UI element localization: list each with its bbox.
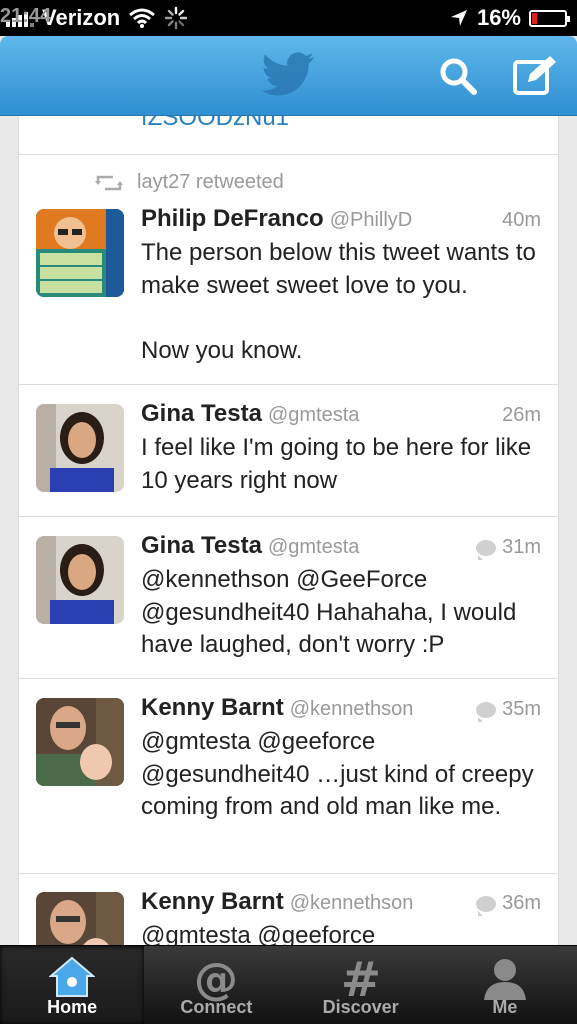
tweet-time: 36m — [476, 892, 541, 916]
tweet-text: @gmtesta @geeforce @gesundheit40 …just k… — [141, 728, 534, 820]
battery-level — [532, 12, 537, 24]
battery-icon — [529, 9, 570, 27]
tweet-row[interactable]: layt27 retweeted Philip DeFranco @PhillyD… — [19, 154, 558, 384]
tweet-timestamp: 36m — [502, 892, 541, 914]
tweet-author[interactable]: Philip DeFranco @PhillyD — [141, 205, 412, 233]
tweet-timestamp: 26m — [502, 404, 541, 426]
author-name[interactable]: Kenny Barnt — [141, 888, 284, 915]
twitter-app-screen: Verizon 21:44 16% fZSOODzNu1 layt27 retw… — [0, 0, 577, 1024]
tweet-timestamp: 35m — [502, 698, 541, 720]
status-right: 16% — [449, 5, 570, 31]
tab-connect[interactable]: @ Connect — [144, 946, 288, 1024]
author-handle[interactable]: @PhillyD — [330, 209, 413, 231]
svg-text:#: # — [341, 956, 381, 1002]
avatar-kenny-image — [36, 698, 124, 786]
tweet-time: 26m — [502, 404, 541, 427]
tweet-timestamp: 31m — [502, 536, 541, 558]
reply-bubble-icon — [476, 701, 497, 722]
person-icon — [483, 959, 526, 1000]
tab-me[interactable]: Me — [433, 946, 577, 1024]
tweet-time: 40m — [502, 209, 541, 232]
navigation-bar — [0, 36, 577, 116]
tweet-row[interactable]: Kenny Barnt @kennethson 36m @gmtesta @gee… — [19, 873, 558, 945]
tweet-row[interactable]: Gina Testa @gmtesta 26m I feel like I'm g… — [19, 384, 558, 516]
tweet-time: 31m — [476, 536, 541, 560]
author-name[interactable]: Philip DeFranco — [141, 205, 324, 232]
author-name[interactable]: Gina Testa — [141, 532, 262, 559]
hashtag-icon: # — [341, 956, 381, 1002]
tweet-author[interactable]: Gina Testa @gmtesta — [141, 400, 359, 428]
tab-me-label: Me — [492, 997, 518, 1017]
tweet-author[interactable]: Kenny Barnt @kennethson — [141, 694, 413, 722]
tweet-author[interactable]: Kenny Barnt @kennethson — [141, 888, 413, 916]
retweet-icon — [95, 175, 123, 190]
tweet-author[interactable]: Gina Testa @gmtesta — [141, 532, 359, 560]
tweet-text: @gmtesta @geeforce — [141, 922, 376, 945]
avatar-love-yo-face-image — [36, 209, 124, 297]
author-name[interactable]: Gina Testa — [141, 400, 262, 427]
tab-bar: Home @ Connect # Discover Me — [0, 945, 577, 1024]
clipped-link-text[interactable]: fZSOODzNu1 — [141, 116, 289, 132]
tab-home[interactable]: Home — [0, 946, 145, 1024]
twitter-bird-icon[interactable] — [262, 52, 316, 96]
avatar-kenny-image — [36, 892, 124, 945]
tab-home-label: Home — [47, 997, 98, 1017]
reply-bubble-icon — [476, 539, 497, 560]
tweet-timestamp: 40m — [502, 209, 541, 231]
compose-icon[interactable] — [512, 54, 558, 96]
avatar-gina-image — [36, 536, 124, 624]
tweet-text: The person below this tweet wants to mak… — [141, 239, 536, 364]
tab-discover-label: Discover — [322, 997, 399, 1017]
author-handle[interactable]: @gmtesta — [268, 536, 359, 558]
avatar[interactable] — [36, 698, 124, 786]
author-handle[interactable]: @kennethson — [290, 892, 414, 914]
svg-text:@: @ — [194, 956, 238, 1002]
home-icon — [49, 956, 96, 997]
tweet-text: @kennethson @GeeForce @gesundheit40 Haha… — [141, 566, 517, 658]
tweet-row[interactable]: Kenny Barnt @kennethson 35m @gmtesta @gee… — [19, 678, 558, 873]
avatar[interactable] — [36, 209, 124, 297]
author-name[interactable]: Kenny Barnt — [141, 694, 284, 721]
status-bar: Verizon 21:44 16% — [0, 0, 577, 36]
tab-connect-label: Connect — [180, 997, 253, 1017]
tweet-row[interactable]: Gina Testa @gmtesta 31m @kennethson @GeeF… — [19, 516, 558, 678]
search-icon[interactable] — [438, 56, 478, 96]
avatar[interactable] — [36, 536, 124, 624]
at-sign-icon: @ — [194, 956, 238, 1002]
reply-bubble-icon — [476, 895, 497, 916]
retweet-label: layt27 retweeted — [137, 171, 284, 193]
author-handle[interactable]: @kennethson — [290, 698, 414, 720]
tweet-time: 35m — [476, 698, 541, 722]
retweet-indicator: layt27 retweeted — [95, 171, 284, 194]
avatar[interactable] — [36, 892, 124, 945]
author-handle[interactable]: @gmtesta — [268, 404, 359, 426]
battery-percent: 16% — [476, 5, 521, 30]
tab-discover[interactable]: # Discover — [289, 946, 433, 1024]
tweet-text: I feel like I'm going to be here for lik… — [141, 434, 532, 494]
avatar[interactable] — [36, 404, 124, 492]
timeline[interactable]: fZSOODzNu1 layt27 retweeted Philip DeFra… — [18, 116, 559, 945]
location-arrow-icon — [450, 10, 467, 26]
avatar-gina-image — [36, 404, 124, 492]
